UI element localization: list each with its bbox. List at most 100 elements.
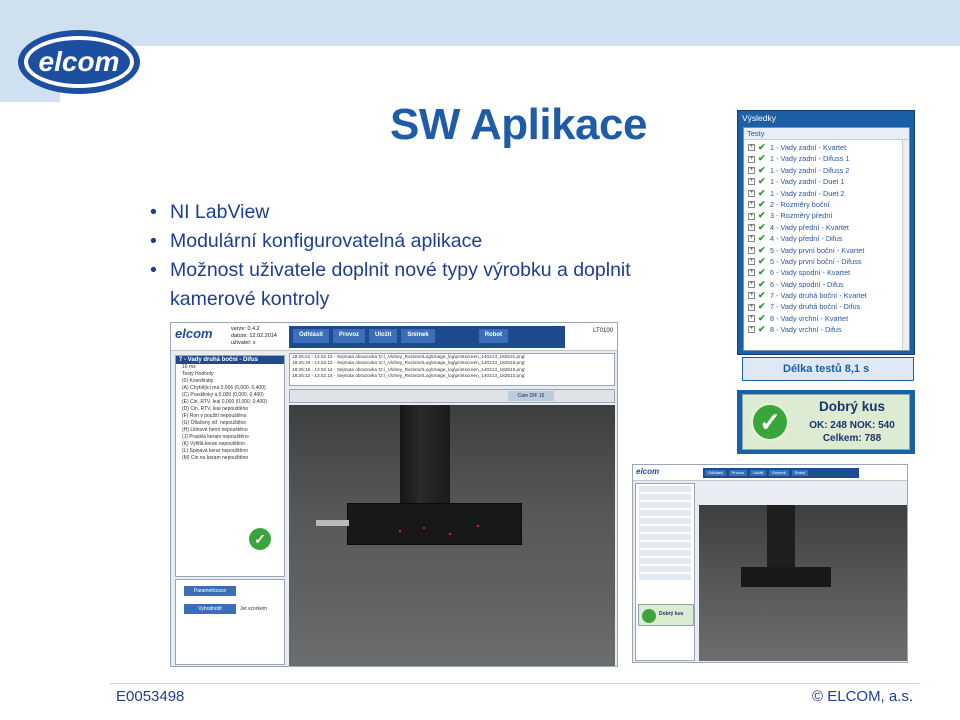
tab-operation[interactable]: Provoz — [728, 470, 748, 476]
app-header: elcom verze: 0.4.2 datum: 12.02.2014 uži… — [171, 323, 617, 351]
test-result-item[interactable]: + ✔ 7 - Vady druhá boční - Difus — [744, 301, 909, 312]
test-result-item[interactable]: + ✔ 6 - Vady spodní - Kvartet — [744, 267, 909, 278]
ok-check-icon — [642, 609, 656, 623]
tab-logout[interactable]: Odhlásit — [705, 470, 726, 476]
test-detail-row: (E) Cin, RTV, leal 0,000 (0,000, 0,400) — [182, 399, 267, 405]
expand-icon[interactable]: + — [748, 166, 755, 174]
secondary-app-header: elcom Odhlásit Provoz Uložit Snímek Robo… — [633, 465, 907, 481]
sample-checkbox-label[interactable]: Jet vzorkem — [240, 606, 267, 612]
test-list: + ✔ 1 - Vady zadní - Kvartet + ✔ 1 - Vady zad… — [744, 140, 909, 336]
test-result-label: 5 - Vady první boční - Kvartet — [770, 245, 865, 255]
pass-check-icon: ✔ — [758, 176, 766, 187]
test-result-item[interactable]: + ✔ 1 - Vady zadní - Difuss 1 — [744, 153, 909, 164]
test-detail-row: (0) Koordináty — [182, 378, 214, 384]
app-footer-panel: Parametrizace Vyhodnotit Jet vzorkem — [175, 579, 285, 665]
app-date: datum: 12.02.2014 — [231, 333, 277, 339]
parametrize-button[interactable]: Parametrizace — [184, 586, 236, 596]
test-result-item[interactable]: + ✔ 5 - Vady první boční - Difuss — [744, 256, 909, 267]
test-result-item[interactable]: + ✔ 1 - Vady zadní - Kvartet — [744, 142, 909, 153]
expand-icon[interactable]: + — [748, 178, 755, 186]
test-result-label: 1 - Vady zadní - Difuss 1 — [770, 154, 850, 164]
secondary-app-nav: Odhlásit Provoz Uložit Snímek Robot — [703, 468, 859, 478]
bullet-list: NI LabView Modulární konfigurovatelná ap… — [146, 198, 706, 314]
test-result-item[interactable]: + ✔ 6 - Vady spodní - Difus — [744, 279, 909, 290]
tab-logout[interactable]: Odhlásit — [293, 329, 330, 343]
test-detail-row: 16 ms — [182, 364, 196, 370]
expand-icon[interactable]: + — [748, 303, 755, 311]
test-result-item[interactable]: + ✔ 5 - Vady první boční - Kvartet — [744, 245, 909, 256]
test-result-label: 3 - Rozměry přední — [770, 211, 833, 221]
test-detail-row: (K) Vylítlá keran nepouštěno — [182, 441, 245, 447]
expand-icon[interactable]: + — [748, 315, 755, 323]
test-result-item[interactable]: + ✔ 8 - Vady vrchní - Difus — [744, 324, 909, 335]
tab-save[interactable]: Uložit — [750, 470, 767, 476]
test-detail-row: (C) Prasklinky a 0,000 (0,000, 0,400) — [182, 392, 264, 398]
pass-check-icon: ✔ — [758, 255, 766, 266]
test-result-label: 7 - Vady druhá boční - Difus — [770, 302, 861, 312]
pass-check-icon: ✔ — [758, 278, 766, 289]
test-result-item[interactable]: + ✔ 8 - Vady vrchní - Kvartet — [744, 313, 909, 324]
test-result-item[interactable]: + ✔ 7 - Vady druhá boční - Kvartet — [744, 290, 909, 301]
camera-selector[interactable]: Cam DIF 16 — [508, 391, 554, 401]
expand-icon[interactable]: + — [748, 235, 755, 243]
tab-robot[interactable]: Robot — [791, 470, 809, 476]
defect-marker — [477, 525, 479, 527]
expand-icon[interactable]: + — [748, 292, 755, 300]
test-result-item[interactable]: + ✔ 1 - Vady zadní - Difuss 2 — [744, 165, 909, 176]
tab-robot[interactable]: Robot — [478, 329, 509, 343]
pass-check-icon: ✔ — [758, 153, 766, 164]
bullet-item: Možnost uživatele doplnit nové typy výro… — [146, 256, 706, 314]
pass-check-icon: ✔ — [758, 312, 766, 323]
test-result-label: 6 - Vady spodní - Kvartet — [770, 268, 851, 278]
camera-toolbar: Cam DIF 16 — [289, 389, 615, 403]
test-detail-row: (G) Otlačeny stř. nepouštěno — [182, 420, 247, 426]
test-detail-row: (J) Prasklá keram nepouštěno — [182, 434, 249, 440]
tab-operation[interactable]: Provoz — [333, 329, 366, 343]
camera-pin — [316, 520, 349, 526]
test-result-item[interactable]: + ✔ 3 - Rozměry přední — [744, 210, 909, 221]
test-result-label: 4 - Vady přední - Difus — [770, 234, 843, 244]
test-result-label: 1 - Vady zadní - Duet 1 — [770, 177, 845, 187]
test-result-label: 7 - Vady druhá boční - Kvartet — [770, 291, 867, 301]
expand-icon[interactable]: + — [748, 212, 755, 220]
secondary-app-screenshot: elcom Odhlásit Provoz Uložit Snímek Robo… — [632, 464, 908, 663]
pass-check-icon: ✔ — [758, 233, 766, 244]
event-log: 18:25:21 - 13.02.14 - Sejmuta obrazovka … — [289, 353, 615, 386]
expand-icon[interactable]: + — [748, 223, 755, 231]
pass-check-icon: ✔ — [758, 324, 766, 335]
test-result-item[interactable]: + ✔ 1 - Vady zadní - Duet 1 — [744, 176, 909, 187]
expand-icon[interactable]: + — [748, 258, 755, 266]
test-result-item[interactable]: + ✔ 1 - Vady zadní - Duet 2 — [744, 188, 909, 199]
test-result-label: 8 - Vady vrchní - Kvartet — [770, 313, 849, 323]
ok-check-icon: ✓ — [249, 528, 271, 550]
evaluate-button[interactable]: Vyhodnotit — [184, 604, 236, 614]
defect-marker — [423, 527, 425, 529]
secondary-camera-holder — [767, 505, 795, 567]
test-result-item[interactable]: + ✔ 2 - Rozměry boční — [744, 199, 909, 210]
tab-save[interactable]: Uložit — [369, 329, 398, 343]
test-result-item[interactable]: + ✔ 4 - Vady přední - Kvartet — [744, 222, 909, 233]
test-result-label: 2 - Rozměry boční — [770, 199, 830, 209]
expand-icon[interactable]: + — [748, 280, 755, 288]
test-detail-row: (M) Cin na keram nepouštěno — [182, 455, 249, 461]
app-nav: Odhlásit Provoz Uložit Snímek Robot — [289, 326, 565, 348]
logo-text: elcom — [39, 46, 120, 77]
expand-icon[interactable]: + — [748, 144, 755, 152]
tab-snapshot[interactable]: Snímek — [769, 470, 789, 476]
expand-icon[interactable]: + — [748, 155, 755, 163]
results-tree: Testy + ✔ 1 - Vady zadní - Kvartet + ✔ 1 - Va… — [743, 127, 910, 351]
results-scrollbar[interactable] — [902, 140, 909, 350]
test-detail-row: (D) Cin, RTV, leal nepouštěno — [182, 406, 249, 412]
expand-icon[interactable]: + — [748, 246, 755, 254]
expand-icon[interactable]: + — [748, 201, 755, 209]
test-result-label: 1 - Vady zadní - Difuss 2 — [770, 165, 850, 175]
test-result-item[interactable]: + ✔ 4 - Vady přední - Difus — [744, 233, 909, 244]
expand-icon[interactable]: + — [748, 326, 755, 334]
tab-snapshot[interactable]: Snímek — [401, 329, 435, 343]
pass-check-icon: ✔ — [758, 187, 766, 198]
main-app-screenshot: elcom verze: 0.4.2 datum: 12.02.2014 uži… — [170, 322, 618, 667]
pass-check-icon: ✔ — [758, 244, 766, 255]
test-result-label: 1 - Vady zadní - Duet 2 — [770, 188, 845, 198]
expand-icon[interactable]: + — [748, 189, 755, 197]
expand-icon[interactable]: + — [748, 269, 755, 277]
